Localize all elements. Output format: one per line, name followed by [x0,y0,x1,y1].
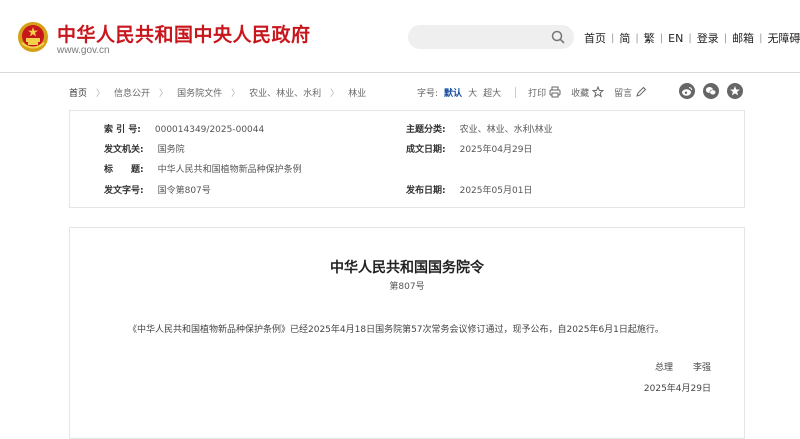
favorite-label: 收藏 [571,88,590,99]
meta-index-value: 000014349/2025-00044 [154,125,265,135]
signature-date: 2025年4月29日 [643,384,711,394]
site-title[interactable]: 中华人民共和国中央人民政府 [57,20,311,47]
meta-topic-label: 主题分类: [406,125,446,135]
favorite-button[interactable]: 收藏 [571,86,605,99]
breadcrumb-agriculture[interactable]: 农业、林业、水利 [249,86,321,99]
meta-issuer-label: 发文机关: [104,145,144,155]
meta-written-row: 成文日期: 2025年04月29日 [406,142,532,155]
nav-traditional[interactable]: 繁 [644,30,655,46]
meta-doc-no-label: 发文字号: [104,186,144,196]
pencil-icon [636,86,647,97]
meta-written-value: 2025年04月29日 [459,145,533,155]
meta-index-row: 索 引 号: 000014349/2025-00044 [104,122,264,135]
chevron-right-icon: 〉 [159,88,169,99]
meta-publish-row: 发布日期: 2025年05月01日 [406,183,532,196]
meta-index-label: 索 引 号: [104,125,141,135]
print-button[interactable]: 打印 [528,86,561,99]
nav-accessibility[interactable]: 无障碍 [767,30,800,46]
meta-doc-no-row: 发文字号: 国令第807号 [104,183,211,196]
meta-topic-row: 主题分类: 农业、林业、水利\林业 [406,122,553,135]
weibo-icon[interactable] [679,83,695,99]
print-label: 打印 [528,88,547,99]
nav-separator: | [659,32,664,44]
nav-separator: | [688,32,692,44]
chevron-right-icon: 〉 [96,88,106,99]
breadcrumb-home[interactable]: 首页 [69,86,87,99]
nav-separator: | [611,32,615,44]
breadcrumb: 首页 〉 信息公开 〉 国务院文件 〉 农业、林业、水利 〉 林业 [69,85,366,99]
meta-topic-value: 农业、林业、水利\林业 [459,125,553,135]
breadcrumb-info-public[interactable]: 信息公开 [114,86,150,99]
comment-button[interactable]: 留言 [614,86,647,99]
nav-separator: | [723,32,728,44]
signature-name: 李强 [692,363,711,373]
meta-publish-label: 发布日期: [406,186,446,196]
meta-issuer-value: 国务院 [157,145,185,155]
chevron-right-icon: 〉 [231,88,241,99]
comment-label: 留言 [614,88,633,99]
nav-separator: | [759,32,763,44]
nav-simplified[interactable]: 简 [619,30,630,46]
font-size-xlarge[interactable]: 超大 [483,86,501,99]
print-icon [549,86,561,98]
nav-login[interactable]: 登录 [697,30,719,46]
search-input[interactable] [418,29,552,47]
divider [515,86,517,98]
national-emblem-icon[interactable] [17,21,49,53]
meta-doc-no-value: 国令第807号 [157,186,211,196]
article-body: 中华人民共和国国务院令 第807号 《中华人民共和国植物新品种保护条例》已经20… [69,227,745,439]
order-number: 第807号 [389,282,425,292]
meta-written-label: 成文日期: [406,145,446,155]
meta-title-label: 标 题: [104,165,144,175]
article-paragraph: 《中华人民共和国植物新品种保护条例》已经2025年4月18日国务院第57次常务会… [128,325,664,335]
star-icon [592,86,605,98]
top-nav: 首页 | 简 | 繁 | EN | 登录 | 邮箱 | 无障碍 [584,30,800,46]
nav-home[interactable]: 首页 [584,30,606,46]
signature-title: 总理 [654,363,673,373]
wechat-icon[interactable] [703,83,719,99]
site-url[interactable]: www.gov.cn [57,45,110,56]
meta-title-value: 中华人民共和国植物新品种保护条例 [157,165,302,175]
breadcrumb-forestry[interactable]: 林业 [348,86,366,99]
nav-english[interactable]: EN [668,32,683,45]
meta-issuer-row: 发文机关: 国务院 [104,142,185,155]
search-box [408,25,574,49]
share-icon[interactable] [727,83,743,99]
article-title: 中华人民共和国国务院令 [330,260,484,276]
page-tools: 字号: 默认 大 超大 打印 收藏 留言 [417,85,657,99]
site-header: 中华人民共和国中央人民政府 www.gov.cn 首页 | 简 | 繁 | EN… [0,0,800,73]
document-meta-table: 索 引 号: 000014349/2025-00044 主题分类: 农业、林业、水利… [69,110,745,208]
signature: 总理 李强 [655,360,711,373]
font-size-label: 字号: [417,88,439,99]
nav-separator: | [635,32,639,44]
meta-title-row: 标 题: 中华人民共和国植物新品种保护条例 [104,162,302,175]
meta-publish-value: 2025年05月01日 [459,186,533,196]
chevron-right-icon: 〉 [330,88,340,99]
nav-mailbox[interactable]: 邮箱 [732,30,754,46]
font-size-default[interactable]: 默认 [444,86,462,99]
font-size-large[interactable]: 大 [468,86,477,99]
search-icon[interactable] [550,29,566,45]
breadcrumb-state-council-docs[interactable]: 国务院文件 [177,86,222,99]
